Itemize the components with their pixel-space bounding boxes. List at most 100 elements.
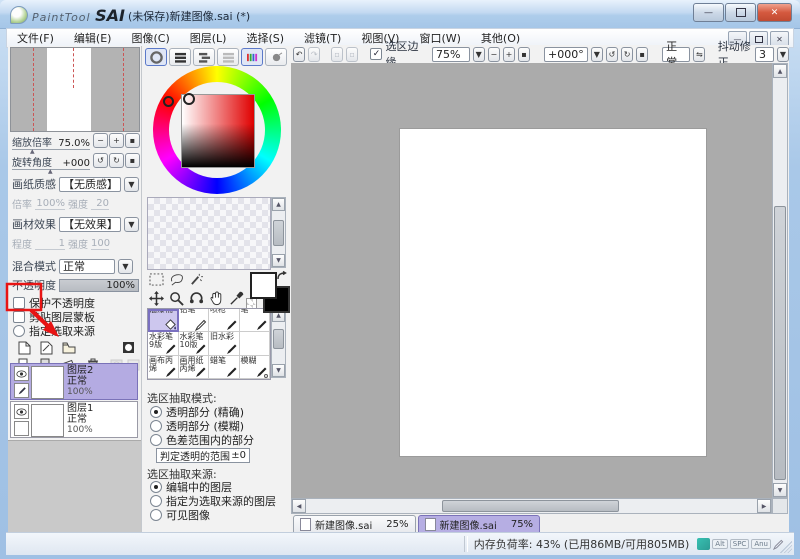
zoom-out-button[interactable]: −	[93, 133, 108, 148]
minimize-button[interactable]: —	[693, 3, 724, 22]
hsv-sliders-tab[interactable]	[193, 48, 215, 66]
menu-image[interactable]: 图像(C)	[121, 29, 179, 47]
paper-texture-select[interactable]: 【无质感】	[59, 177, 121, 192]
rotate-reset-button[interactable]: ▪	[125, 153, 140, 168]
scratchpad-tab[interactable]	[265, 48, 287, 66]
canvas-scroll-right[interactable]: ▶	[757, 499, 771, 513]
view-angle-dropdown-button[interactable]: ▼	[591, 47, 603, 62]
paper-texture-dropdown-button[interactable]: ▼	[124, 177, 139, 192]
new-layer-set-button[interactable]	[61, 340, 76, 355]
sv-marker[interactable]	[183, 93, 195, 105]
canvas-scroll-up[interactable]: ▲	[773, 64, 787, 78]
brush-paper-acrylic[interactable]: 画用纸丙烯	[179, 356, 210, 379]
stabilizer-select[interactable]: 3	[755, 47, 774, 62]
scratchpad-scroll-thumb[interactable]	[273, 220, 284, 246]
transparency-range-input[interactable]: 判定透明的范围 ±0	[156, 448, 250, 463]
brush-old-watercolor[interactable]: 旧水彩	[209, 332, 240, 355]
scratchpad-scroll-down[interactable]: ▼	[272, 254, 285, 267]
zoom-reset-button[interactable]: ▪	[125, 133, 140, 148]
selection-source-checkbox[interactable]	[13, 325, 25, 337]
layer2-thumbnail[interactable]	[31, 366, 64, 399]
material-effect-select[interactable]: 【无效果】	[59, 217, 121, 232]
layer-row-1[interactable]: 图层1 正常 100%	[10, 401, 138, 438]
scratchpad-area[interactable]	[147, 197, 271, 270]
view-rotate-cw-button[interactable]: ↻	[621, 47, 633, 62]
move-tool[interactable]	[148, 290, 165, 307]
source-editing-layer-radio[interactable]	[150, 481, 162, 493]
rotate-ccw-button[interactable]: ↺	[93, 153, 108, 168]
zoom-tool[interactable]	[168, 290, 185, 307]
view-zoom-out-button[interactable]: −	[488, 47, 500, 62]
mode-transparent-precise-radio[interactable]	[150, 406, 162, 418]
canvas-horizontal-scrollbar[interactable]: ◀ ▶	[291, 498, 772, 514]
brush-scroll-down[interactable]: ▼	[272, 364, 285, 377]
close-button[interactable]: ✕	[757, 3, 792, 22]
menu-file[interactable]: 文件(F)	[7, 29, 64, 47]
view-zoom-dropdown-button[interactable]: ▼	[473, 47, 485, 62]
swatches-tab[interactable]	[241, 48, 263, 66]
brush-bucket[interactable]: 油漆桶	[148, 309, 179, 332]
color-mixer-tab[interactable]	[217, 48, 239, 66]
rotate-cw-button[interactable]: ↻	[109, 153, 124, 168]
view-rotate-ccw-button[interactable]: ↺	[606, 47, 618, 62]
rotate-slider-handle[interactable]: ▲	[48, 168, 53, 175]
navigator-zoom-slider[interactable]: 缩放倍率 75.0% ▲	[12, 133, 90, 150]
material-effect-dropdown-button[interactable]: ▼	[124, 217, 139, 232]
selection-edge-checkbox[interactable]: ✓	[370, 48, 382, 60]
menu-layer[interactable]: 图层(L)	[180, 29, 237, 47]
view-rotate-reset-button[interactable]: ▪	[636, 47, 648, 62]
eyedropper-tool[interactable]	[228, 290, 245, 307]
layer1-thumbnail[interactable]	[31, 404, 64, 437]
layer2-visibility-toggle[interactable]	[14, 366, 29, 381]
undo-button[interactable]: ↶	[293, 47, 305, 62]
redo-button[interactable]: ↷	[308, 47, 320, 62]
canvas-scroll-left[interactable]: ◀	[292, 499, 306, 513]
view-zoom-select[interactable]: 75%	[432, 47, 470, 62]
saturation-value-square[interactable]	[181, 94, 255, 168]
navigator-rotate-slider[interactable]: 旋转角度 +000 ▲	[12, 153, 90, 170]
brush-scroll-thumb[interactable]	[273, 329, 284, 349]
brush-empty-slot[interactable]	[240, 332, 271, 355]
rotate-view-tool[interactable]	[188, 290, 205, 307]
hand-tool[interactable]	[208, 290, 225, 307]
document-tab-2[interactable]: 新建图像.sai 75%	[418, 515, 541, 533]
layer1-visibility-toggle[interactable]	[14, 404, 29, 419]
scratchpad-scrollbar[interactable]: ▲ ▼	[271, 197, 286, 268]
rect-select-tool[interactable]	[148, 271, 165, 288]
canvas-vertical-scrollbar[interactable]: ▲ ▼	[772, 63, 788, 498]
new-layer-button[interactable]	[17, 340, 32, 355]
source-visible-image-radio[interactable]	[150, 509, 162, 521]
color-wheel-tab[interactable]	[145, 48, 167, 66]
menu-edit[interactable]: 编辑(E)	[64, 29, 122, 47]
menu-select[interactable]: 选择(S)	[236, 29, 294, 47]
scratchpad-scroll-up[interactable]: ▲	[272, 198, 285, 211]
zoom-in-button[interactable]: +	[109, 133, 124, 148]
document-tab-1[interactable]: 新建图像.sai 25%	[293, 515, 416, 533]
blend-mode-select[interactable]: 正常	[59, 259, 115, 274]
brush-airbrush[interactable]: 喷枪	[209, 309, 240, 332]
stabilizer-dropdown-button[interactable]: ▼	[777, 47, 789, 62]
source-designated-layer-radio[interactable]	[150, 495, 162, 507]
brush-watercolor9[interactable]: 水彩笔9版	[148, 332, 179, 355]
canvas-scroll-down[interactable]: ▼	[773, 483, 787, 497]
layer-row-2[interactable]: 图层2 正常 100%	[10, 363, 138, 400]
view-zoom-in-button[interactable]: +	[503, 47, 515, 62]
view-angle-select[interactable]: +000°	[544, 47, 588, 62]
mode-color-range-radio[interactable]	[150, 434, 162, 446]
foreground-color-swatch[interactable]	[250, 272, 277, 299]
blend-mode-dropdown-button[interactable]: ▼	[118, 259, 133, 274]
flip-mode-button[interactable]: 正常	[662, 47, 690, 62]
canvas-vscroll-thumb[interactable]	[774, 206, 786, 480]
brush-crayon[interactable]: 蜡笔	[209, 356, 240, 379]
swap-colors-icon[interactable]	[276, 270, 288, 282]
brush-blur[interactable]: 模糊	[240, 356, 271, 379]
mode-transparent-fuzzy-radio[interactable]	[150, 420, 162, 432]
opacity-slider[interactable]: 100%	[59, 279, 139, 292]
flip-horizontal-button[interactable]: ⇋	[693, 47, 705, 62]
lasso-tool[interactable]	[168, 271, 185, 288]
view-zoom-reset-button[interactable]: ▪	[518, 47, 530, 62]
maximize-button[interactable]	[725, 3, 756, 22]
layer-effect-button[interactable]	[121, 340, 136, 355]
canvas-viewport[interactable]	[291, 63, 772, 498]
resize-grip[interactable]	[780, 541, 792, 553]
